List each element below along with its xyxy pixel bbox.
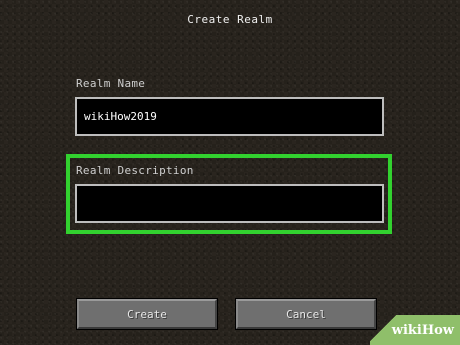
realm-name-value: wikiHow2019 bbox=[84, 110, 157, 123]
cancel-button[interactable]: Cancel bbox=[235, 298, 377, 330]
wikihow-watermark: wikiHow bbox=[370, 315, 460, 345]
realm-description-input[interactable] bbox=[75, 184, 384, 223]
page-title: Create Realm bbox=[187, 13, 273, 26]
wikihow-watermark-text: wikiHow bbox=[391, 322, 454, 338]
create-button-label: Create bbox=[127, 307, 167, 321]
realm-name-input[interactable]: wikiHow2019 bbox=[75, 97, 384, 136]
cancel-button-label: Cancel bbox=[286, 307, 326, 321]
realm-description-label: Realm Description bbox=[76, 164, 194, 177]
create-realm-screen: Create Realm Realm Name wikiHow2019 Real… bbox=[0, 0, 460, 345]
realm-name-label: Realm Name bbox=[76, 77, 146, 90]
create-button[interactable]: Create bbox=[76, 298, 218, 330]
